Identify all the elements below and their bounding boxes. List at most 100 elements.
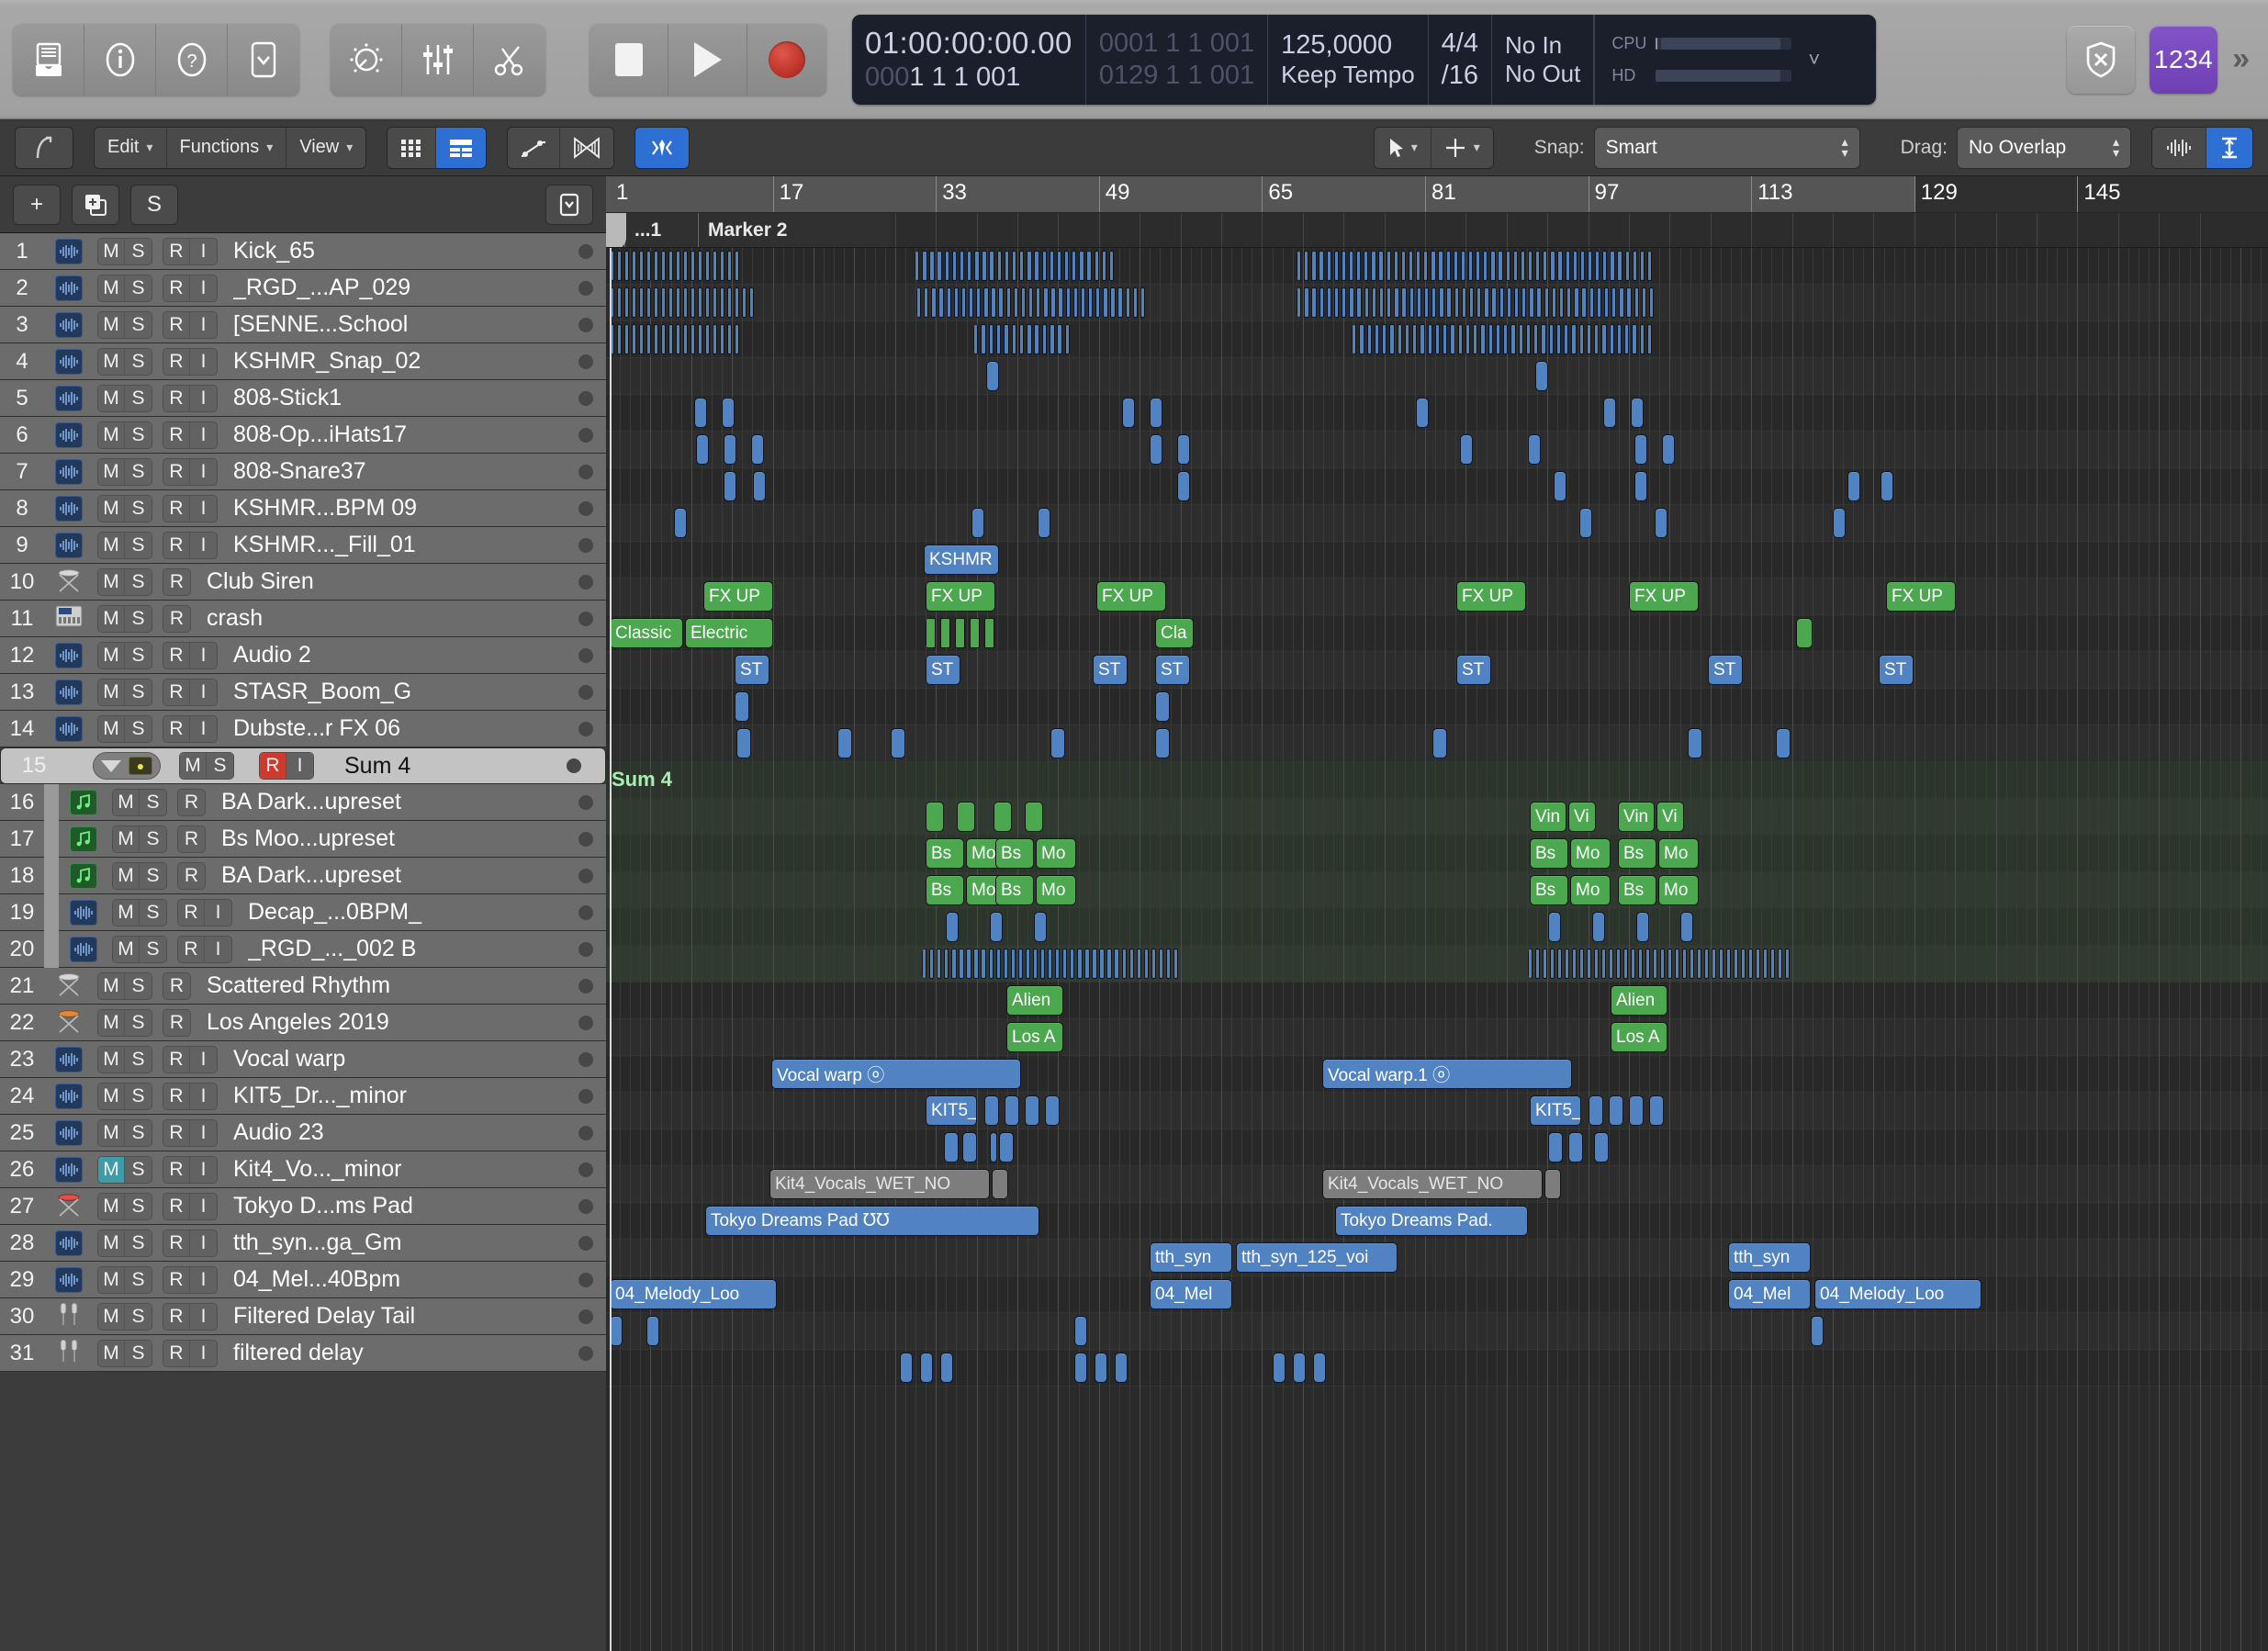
region-block[interactable] bbox=[1528, 434, 1541, 465]
region-block[interactable] bbox=[1631, 398, 1644, 428]
track-row-8[interactable]: 8 M S R I KSHMR...BPM 09 bbox=[0, 490, 606, 527]
track-input-button[interactable]: I bbox=[190, 348, 217, 375]
track-solo-button[interactable]: S bbox=[140, 826, 166, 852]
track-name[interactable]: 808-Snare37 bbox=[233, 458, 578, 485]
track-solo-button[interactable]: S bbox=[125, 385, 152, 411]
count-badge[interactable]: 1234 bbox=[2150, 25, 2218, 94]
marker-1[interactable]: ...1 bbox=[624, 213, 696, 247]
region-tth-syn-125-voi[interactable]: tth_syn_125_voi bbox=[1236, 1242, 1398, 1273]
disclosure-triangle-icon[interactable] bbox=[101, 759, 121, 772]
region-block[interactable] bbox=[1603, 398, 1616, 428]
region-kshmr[interactable]: KSHMR bbox=[924, 545, 999, 575]
region-st[interactable]: ST bbox=[926, 655, 960, 685]
track-freeze-dot[interactable] bbox=[578, 390, 593, 406]
track-record-button[interactable]: R bbox=[163, 1156, 190, 1183]
lcd-tempo-cell[interactable]: 125,0000 Keep Tempo bbox=[1268, 14, 1429, 105]
region-block[interactable] bbox=[1038, 508, 1050, 538]
region-block[interactable] bbox=[610, 251, 742, 281]
track-input-button[interactable]: I bbox=[190, 458, 217, 485]
track-row-1[interactable]: 1 M S R I Kick_65 bbox=[0, 233, 606, 270]
track-freeze-dot[interactable] bbox=[578, 978, 593, 994]
track-solo-button[interactable]: S bbox=[140, 789, 166, 815]
track-input-button[interactable]: I bbox=[190, 642, 217, 668]
track-row-16[interactable]: 16 M S R BA Dark...upreset bbox=[0, 783, 606, 821]
track-freeze-dot[interactable] bbox=[578, 317, 593, 332]
region-block[interactable] bbox=[990, 1132, 997, 1162]
region-block[interactable] bbox=[926, 802, 944, 832]
region-fx-up[interactable]: FX UP bbox=[1456, 581, 1526, 612]
track-solo-button[interactable]: S bbox=[125, 1303, 152, 1330]
track-solo-button[interactable]: S bbox=[125, 1046, 152, 1073]
track-mute-button[interactable]: M bbox=[98, 1230, 125, 1256]
track-mute-button[interactable]: M bbox=[98, 421, 125, 448]
track-solo-button[interactable]: S bbox=[125, 532, 152, 558]
region-alien[interactable]: Alien bbox=[1006, 985, 1063, 1016]
region-04-melody-loo[interactable]: 04_Melody_Loo bbox=[1814, 1279, 1982, 1309]
track-input-button[interactable]: I bbox=[205, 899, 231, 926]
track-list[interactable]: 1 M S R I Kick_65 2 M S R I _RGD_...AP_029 3 M S R I [SEN… bbox=[0, 233, 606, 1651]
region-block[interactable] bbox=[724, 434, 736, 465]
region-block[interactable] bbox=[1432, 728, 1447, 758]
region-block[interactable] bbox=[674, 508, 687, 538]
track-record-button[interactable]: R bbox=[163, 1083, 190, 1109]
region-vin[interactable]: Vin bbox=[1618, 802, 1655, 832]
track-record-button[interactable]: R bbox=[163, 348, 190, 375]
region-block[interactable] bbox=[837, 728, 852, 758]
track-name[interactable]: KSHMR...BPM 09 bbox=[233, 495, 578, 522]
region-block[interactable] bbox=[1833, 508, 1846, 538]
solo-all-button[interactable]: S bbox=[130, 184, 178, 225]
region-alien[interactable]: Alien bbox=[1611, 985, 1667, 1016]
region-st[interactable]: ST bbox=[1155, 655, 1190, 685]
stop-button[interactable] bbox=[589, 23, 668, 95]
region-bs[interactable]: Bs bbox=[1530, 875, 1568, 905]
track-solo-button[interactable]: S bbox=[125, 1266, 152, 1293]
region-vocal-warp-1-[interactable]: Vocal warp.1 ⓞ bbox=[1322, 1059, 1572, 1089]
track-row-30[interactable]: 30 M S R I Filtered Delay Tail bbox=[0, 1298, 606, 1335]
region-mo[interactable]: Mo bbox=[1658, 838, 1699, 869]
region-block[interactable] bbox=[1594, 1132, 1609, 1162]
track-solo-button[interactable]: S bbox=[125, 1156, 152, 1183]
track-name[interactable]: STASR_Boom_G bbox=[233, 679, 578, 705]
region-st[interactable]: ST bbox=[1708, 655, 1743, 685]
track-lane[interactable] bbox=[606, 432, 2268, 468]
track-row-27[interactable]: 27 M S R I Tokyo D...ms Pad bbox=[0, 1188, 606, 1225]
region-block[interactable] bbox=[994, 802, 1012, 832]
track-record-button[interactable]: R bbox=[178, 789, 205, 815]
region-kit5-[interactable]: KIT5_ bbox=[1530, 1095, 1581, 1126]
track-name[interactable]: Tokyo D...ms Pad bbox=[233, 1193, 578, 1219]
track-mute-button[interactable]: M bbox=[98, 1009, 125, 1036]
track-name[interactable]: BA Dark...upreset bbox=[221, 862, 578, 889]
track-solo-button[interactable]: S bbox=[207, 753, 233, 779]
track-record-button[interactable]: R bbox=[178, 862, 205, 889]
track-freeze-dot[interactable] bbox=[578, 1051, 593, 1067]
region-block[interactable] bbox=[1150, 434, 1162, 465]
region-fx-up[interactable]: FX UP bbox=[703, 581, 773, 612]
track-input-button[interactable]: I bbox=[190, 1230, 217, 1256]
track-solo-button[interactable]: S bbox=[125, 1230, 152, 1256]
track-name[interactable]: Vocal warp bbox=[233, 1046, 578, 1073]
region-bs[interactable]: Bs bbox=[995, 875, 1034, 905]
marker-track[interactable]: ...1 Marker 2 bbox=[606, 213, 2268, 248]
track-freeze-dot[interactable] bbox=[578, 1162, 593, 1177]
track-row-25[interactable]: 25 M S R I Audio 23 bbox=[0, 1115, 606, 1151]
track-input-button[interactable]: I bbox=[190, 1083, 217, 1109]
track-config-icon[interactable] bbox=[545, 184, 593, 225]
track-mute-button[interactable]: M bbox=[98, 1193, 125, 1219]
region-block[interactable] bbox=[926, 618, 999, 648]
track-input-button[interactable]: I bbox=[190, 1046, 217, 1073]
track-solo-button[interactable]: S bbox=[140, 899, 166, 926]
region-bs[interactable]: Bs bbox=[1618, 838, 1656, 869]
track-solo-button[interactable]: S bbox=[125, 495, 152, 522]
region-mo[interactable]: Mo bbox=[1036, 838, 1076, 869]
track-mute-button[interactable]: M bbox=[98, 605, 125, 632]
track-mute-button[interactable]: M bbox=[98, 385, 125, 411]
track-lane[interactable] bbox=[606, 1093, 2268, 1129]
track-row-19[interactable]: 19 M S R I Decap_...0BPM_ bbox=[0, 893, 606, 931]
track-lane[interactable] bbox=[606, 578, 2268, 615]
track-mute-button[interactable]: M bbox=[98, 568, 125, 595]
region-block[interactable] bbox=[724, 471, 736, 501]
region-tokyo-dreams-pad-[interactable]: Tokyo Dreams Pad. bbox=[1335, 1206, 1528, 1236]
region-kit4-vocals-wet-no[interactable]: Kit4_Vocals_WET_NO bbox=[769, 1169, 990, 1199]
track-record-button[interactable]: R bbox=[163, 568, 190, 595]
track-freeze-dot[interactable] bbox=[567, 758, 581, 773]
